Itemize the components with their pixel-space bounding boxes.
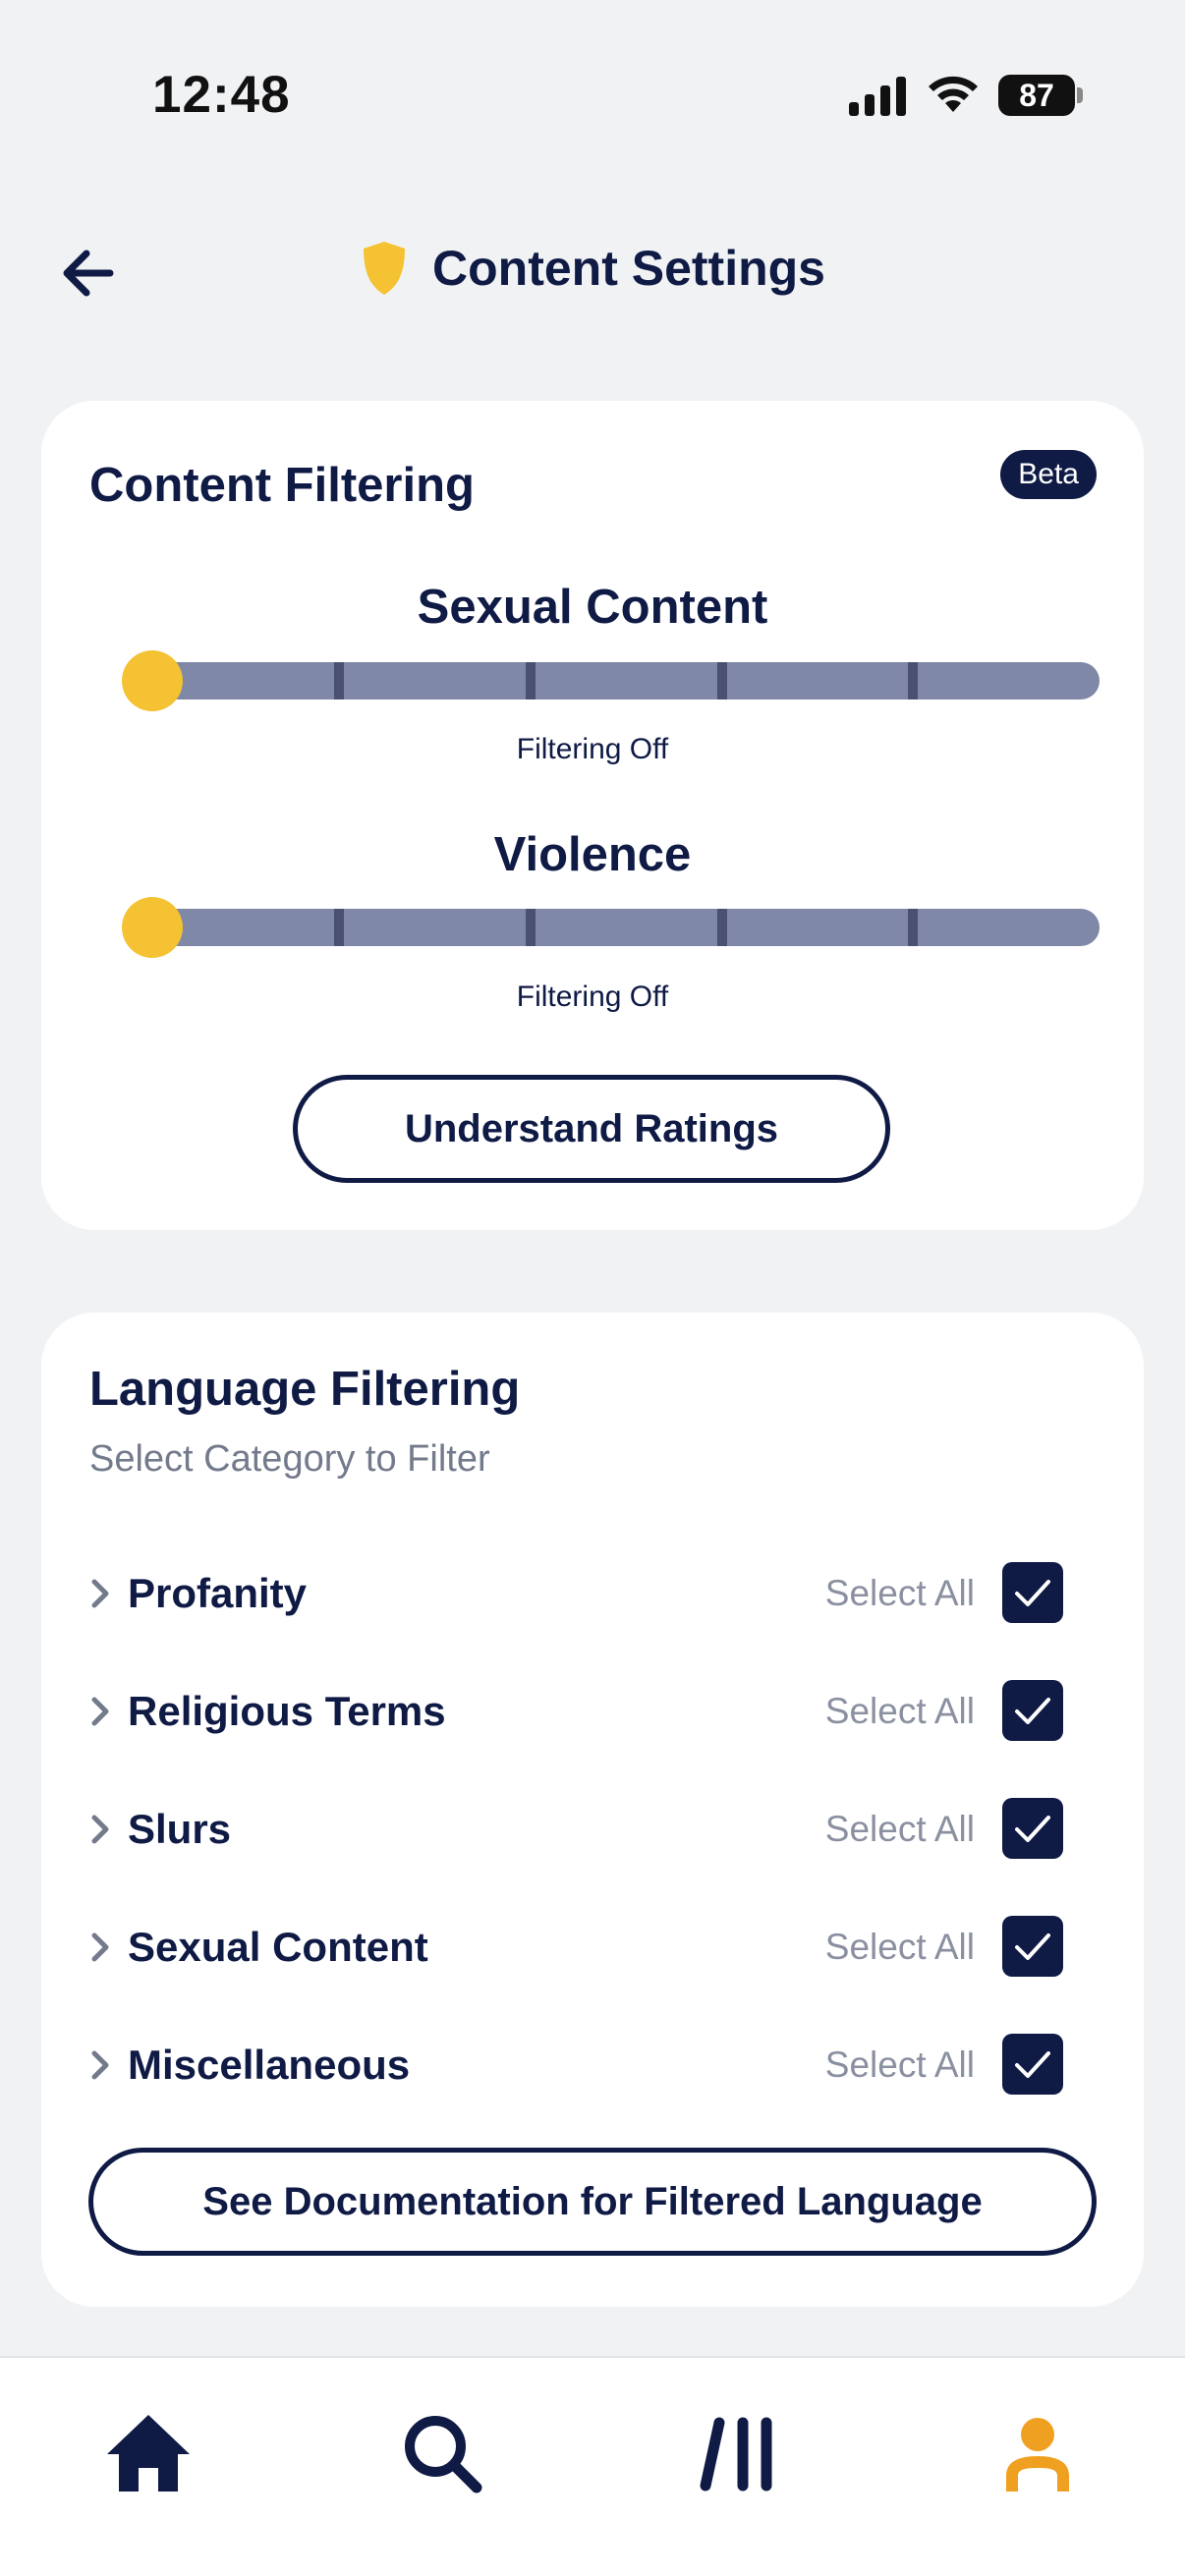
slider-segment bbox=[344, 662, 526, 700]
language-filtering-card: Language Filtering Select Category to Fi… bbox=[41, 1313, 1144, 2307]
understand-ratings-button[interactable]: Understand Ratings bbox=[293, 1075, 890, 1183]
wifi-icon bbox=[929, 76, 978, 112]
slider-separator bbox=[526, 662, 536, 700]
battery-level: 87 bbox=[998, 75, 1075, 116]
category-checkbox[interactable] bbox=[1002, 1680, 1063, 1741]
category-label: Profanity bbox=[128, 1570, 308, 1616]
category-label: Miscellaneous bbox=[128, 2042, 411, 2088]
category-row-religious-terms[interactable]: Religious Terms Select All bbox=[41, 1672, 1144, 1751]
slider-segment bbox=[727, 909, 908, 946]
slider-segment bbox=[344, 909, 526, 946]
search-icon[interactable] bbox=[394, 2405, 492, 2503]
chevron-right-icon bbox=[91, 1815, 109, 1844]
beta-badge: Beta bbox=[1000, 450, 1097, 499]
content-filtering-card: Content Filtering Beta Sexual Content Fi… bbox=[41, 401, 1144, 1230]
checkmark-icon bbox=[1015, 2051, 1050, 2078]
slider-knob-violence[interactable] bbox=[122, 897, 183, 958]
category-row-slurs[interactable]: Slurs Select All bbox=[41, 1790, 1144, 1869]
slider-knob-sexual-content[interactable] bbox=[122, 650, 183, 711]
select-all-link[interactable]: Select All bbox=[825, 1691, 975, 1732]
slider-separator bbox=[526, 909, 536, 946]
slider-separator bbox=[334, 662, 344, 700]
slider-title-violence: Violence bbox=[493, 828, 692, 881]
slider-separator bbox=[908, 662, 918, 700]
category-checkbox[interactable] bbox=[1002, 1562, 1063, 1623]
select-all-link[interactable]: Select All bbox=[825, 1809, 975, 1850]
status-bar: 12:48 87 bbox=[0, 0, 1185, 187]
content-filtering-heading: Content Filtering bbox=[89, 459, 475, 512]
status-time: 12:48 bbox=[152, 66, 291, 124]
language-filtering-heading: Language Filtering bbox=[89, 1363, 521, 1416]
sexual-content-slider[interactable] bbox=[152, 662, 1100, 700]
library-icon[interactable] bbox=[692, 2405, 790, 2503]
select-all-link[interactable]: Select All bbox=[825, 1573, 975, 1614]
home-icon[interactable] bbox=[99, 2405, 198, 2503]
category-label: Slurs bbox=[128, 1806, 232, 1852]
header: Content Settings bbox=[0, 216, 1185, 334]
slider-segment bbox=[918, 909, 1100, 946]
category-row-sexual-content[interactable]: Sexual Content Select All bbox=[41, 1908, 1144, 1987]
chevron-right-icon bbox=[91, 1932, 109, 1962]
select-all-link[interactable]: Select All bbox=[825, 1927, 975, 1968]
battery-indicator: 87 bbox=[998, 75, 1083, 116]
slider-segment bbox=[918, 662, 1100, 700]
category-checkbox[interactable] bbox=[1002, 1798, 1063, 1859]
slider-separator bbox=[717, 909, 727, 946]
page-title: Content Settings bbox=[432, 241, 825, 296]
chevron-right-icon bbox=[91, 1697, 109, 1726]
violence-slider[interactable] bbox=[152, 909, 1100, 946]
category-label: Sexual Content bbox=[128, 1924, 428, 1970]
slider-segment bbox=[727, 662, 908, 700]
category-checkbox[interactable] bbox=[1002, 1916, 1063, 1977]
battery-tip bbox=[1077, 87, 1083, 103]
slider-separator bbox=[717, 662, 727, 700]
slider-segment bbox=[536, 662, 717, 700]
slider-title-sexual-content: Sexual Content bbox=[417, 581, 768, 634]
checkmark-icon bbox=[1015, 1816, 1050, 1842]
chevron-right-icon bbox=[91, 1579, 109, 1608]
signal-icon bbox=[849, 77, 906, 116]
slider-separator bbox=[334, 909, 344, 946]
checkmark-icon bbox=[1015, 1580, 1050, 1606]
documentation-button[interactable]: See Documentation for Filtered Language bbox=[88, 2148, 1097, 2256]
profile-icon[interactable] bbox=[988, 2405, 1087, 2503]
category-row-profanity[interactable]: Profanity Select All bbox=[41, 1554, 1144, 1633]
category-label: Religious Terms bbox=[128, 1688, 446, 1734]
shield-icon bbox=[364, 242, 405, 295]
chevron-right-icon bbox=[91, 2050, 109, 2080]
category-checkbox[interactable] bbox=[1002, 2034, 1063, 2095]
language-filtering-subheading: Select Category to Filter bbox=[89, 1438, 490, 1480]
slider-caption-violence: Filtering Off bbox=[516, 980, 669, 1013]
checkmark-icon bbox=[1015, 1698, 1050, 1724]
slider-caption-sexual-content: Filtering Off bbox=[516, 733, 669, 765]
slider-separator bbox=[908, 909, 918, 946]
slider-segment bbox=[536, 909, 717, 946]
checkmark-icon bbox=[1015, 1933, 1050, 1960]
title-wrap: Content Settings bbox=[0, 240, 1185, 297]
bottom-nav bbox=[0, 2356, 1185, 2576]
select-all-link[interactable]: Select All bbox=[825, 2044, 975, 2086]
category-row-miscellaneous[interactable]: Miscellaneous Select All bbox=[41, 2026, 1144, 2104]
